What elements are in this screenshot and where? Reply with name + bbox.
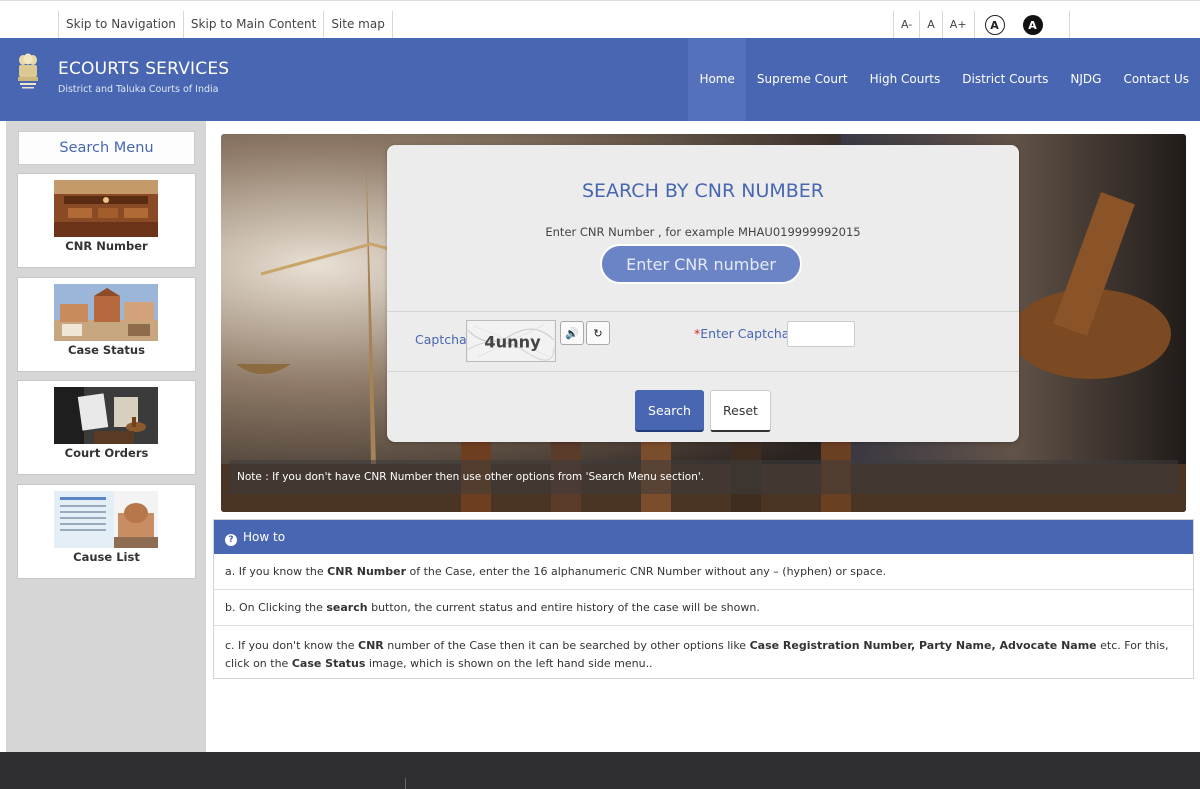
font-decrease-button[interactable]: A- [894, 11, 921, 39]
main-navigation: Home Supreme Court High Courts District … [688, 38, 1200, 121]
menu-item-label: Court Orders [64, 446, 149, 460]
reset-button[interactable]: Reset [710, 390, 771, 432]
menu-item-cause-list[interactable]: Cause List [17, 484, 196, 579]
captcha-label: Captcha [415, 332, 467, 347]
footer-divider [405, 778, 406, 789]
step-bold: CNR Number [327, 565, 407, 578]
refresh-captcha-button[interactable]: ↻ [586, 321, 610, 345]
enter-captcha-label: *Enter Captcha [694, 326, 789, 341]
contrast-normal-button[interactable]: A [984, 15, 1005, 35]
captcha-text: 4unny [484, 333, 541, 352]
menu-item-cnr-number[interactable]: CNR Number [17, 173, 196, 268]
skip-to-navigation-link[interactable]: Skip to Navigation [58, 11, 183, 39]
step-bold: search [326, 601, 368, 614]
nav-supreme-court[interactable]: Supreme Court [746, 38, 859, 121]
nav-home[interactable]: Home [688, 38, 746, 121]
site-title[interactable]: ECOURTS SERVICES [58, 59, 229, 79]
cause-list-image [54, 491, 158, 548]
cnr-search-panel: SEARCH BY CNR NUMBER Enter CNR Number , … [387, 145, 1019, 442]
captcha-input[interactable] [787, 321, 855, 347]
how-to-step-a: a. If you know the CNR Number of the Cas… [214, 554, 1193, 590]
cnr-hint-text: Enter CNR Number , for example MHAU01999… [545, 225, 861, 239]
question-icon: ? [225, 534, 237, 546]
font-increase-button[interactable]: A+ [943, 11, 975, 39]
step-text: of the Case, enter the 16 alphanumeric C… [406, 565, 887, 578]
font-normal-button[interactable]: A [920, 11, 943, 39]
step-text: number of the Case then it can be search… [383, 639, 750, 652]
font-size-tools: A- A A+ A A [893, 11, 1070, 39]
captcha-image: 4unny [466, 320, 556, 362]
site-map-link[interactable]: Site map [323, 11, 393, 39]
refresh-icon: ↻ [593, 326, 603, 340]
menu-item-label: Case Status [68, 343, 145, 357]
step-bold: Case Status [291, 657, 366, 670]
step-text: button, the current status and entire hi… [367, 601, 760, 614]
skip-to-main-content-link[interactable]: Skip to Main Content [182, 11, 324, 39]
note-banner: Note : If you don't have CNR Number then… [229, 460, 1178, 494]
how-to-step-c: c. If you don't know the CNR number of t… [214, 626, 1193, 673]
courtroom-image [54, 180, 158, 237]
menu-item-court-orders[interactable]: Court Orders [17, 380, 196, 475]
nav-njdg[interactable]: NJDG [1059, 38, 1112, 121]
contrast-high-button[interactable]: A [1022, 15, 1043, 35]
accessibility-links: Skip to Navigation Skip to Main Content … [58, 11, 393, 39]
nav-high-courts[interactable]: High Courts [859, 38, 952, 121]
site-subtitle: District and Taluka Courts of India [58, 84, 219, 95]
step-bold: CNR [358, 639, 384, 652]
site-footer [0, 752, 1200, 789]
search-menu-sidebar: Search Menu CNR Number Case Status Court… [6, 121, 206, 752]
nav-contact-us[interactable]: Contact Us [1112, 38, 1200, 121]
how-to-title: How to [243, 530, 286, 544]
site-header: ECOURTS SERVICES District and Taluka Cou… [0, 38, 1200, 121]
menu-item-label: CNR Number [65, 239, 148, 253]
step-text: a. If you know the [225, 565, 328, 578]
divider [387, 311, 1019, 312]
how-to-panel: ? How to a. If you know the CNR Number of… [213, 519, 1194, 679]
how-to-header: ? How to [214, 520, 1193, 554]
how-to-step-b: b. On Clicking the search button, the cu… [214, 590, 1193, 626]
search-title: SEARCH BY CNR NUMBER [581, 180, 825, 202]
step-bold: Case Registration Number, Party Name, Ad… [749, 639, 1097, 652]
speaker-icon: 🔊 [565, 326, 579, 340]
court-building-image [54, 284, 158, 341]
top-utility-bar: Skip to Navigation Skip to Main Content … [0, 0, 1200, 39]
step-text: image, which is shown on the left hand s… [365, 657, 653, 670]
nav-district-courts[interactable]: District Courts [951, 38, 1059, 121]
step-text: c. If you don't know the [225, 639, 358, 652]
cnr-number-input[interactable] [600, 244, 802, 284]
menu-item-case-status[interactable]: Case Status [17, 277, 196, 372]
search-menu-title: Search Menu [18, 131, 195, 165]
national-emblem-icon [18, 53, 38, 89]
step-text: b. On Clicking the [225, 601, 327, 614]
menu-item-label: Cause List [73, 550, 140, 564]
court-orders-image [54, 387, 158, 444]
audio-captcha-button[interactable]: 🔊 [560, 321, 584, 345]
search-button[interactable]: Search [635, 390, 704, 432]
enter-captcha-text: Enter Captcha [700, 326, 790, 341]
divider [387, 371, 1019, 372]
